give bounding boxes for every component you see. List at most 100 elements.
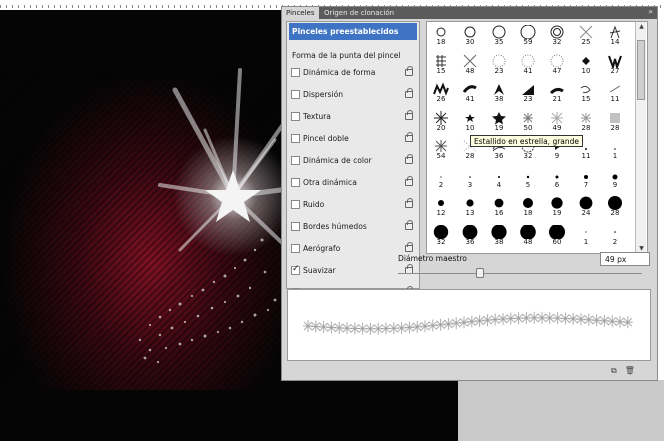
- brush-preset-cell[interactable]: 25: [574, 24, 598, 46]
- lock-icon[interactable]: [405, 154, 413, 164]
- tab-brushes[interactable]: Pinceles: [282, 7, 319, 19]
- panel-footer: ⧉ 🗑: [603, 366, 635, 376]
- brush-option-item[interactable]: Textura: [289, 108, 417, 125]
- preset-scrollbar[interactable]: ▲ ▼: [635, 22, 646, 253]
- brush-preset-cell[interactable]: 59: [516, 24, 540, 46]
- brush-preset-cell[interactable]: 14: [603, 24, 627, 46]
- lock-icon[interactable]: [405, 242, 413, 252]
- brush-preset-cell[interactable]: 10: [458, 110, 482, 132]
- brush-option-item[interactable]: Dinámica de forma: [289, 64, 417, 81]
- lock-icon[interactable]: [405, 198, 413, 208]
- panel-menu-icon[interactable]: »: [648, 7, 653, 16]
- brush-preset-cell[interactable]: 41: [458, 81, 482, 103]
- brush-preset-cell[interactable]: 21: [545, 81, 569, 103]
- brush-preset-cell[interactable]: 16: [487, 195, 511, 217]
- brush-preset-cell[interactable]: 18: [429, 24, 453, 46]
- brush-preset-cell[interactable]: 1: [574, 224, 598, 246]
- brush-preset-cell[interactable]: 32: [429, 224, 453, 246]
- lock-icon[interactable]: [405, 176, 413, 186]
- checkbox[interactable]: [291, 200, 300, 209]
- brush-preset-cell[interactable]: 4: [487, 167, 511, 189]
- brush-option-item[interactable]: Otra dinámica: [289, 174, 417, 191]
- brush-preset-cell[interactable]: 15: [574, 81, 598, 103]
- checkbox[interactable]: [291, 134, 300, 143]
- brush-preset-icon: [434, 110, 448, 125]
- brush-preset-cell[interactable]: 35: [487, 24, 511, 46]
- brush-preset-cell[interactable]: 38: [487, 224, 511, 246]
- scroll-thumb[interactable]: [637, 40, 645, 100]
- checkbox[interactable]: [291, 222, 300, 231]
- brush-option-item[interactable]: Ruido: [289, 196, 417, 213]
- lock-icon[interactable]: [405, 88, 413, 98]
- brush-preset-icon: [520, 25, 536, 39]
- master-diameter-input[interactable]: 49 px: [600, 252, 650, 266]
- brush-option-item[interactable]: Bordes húmedos: [289, 218, 417, 235]
- checkbox[interactable]: [291, 244, 300, 253]
- brush-preset-cell[interactable]: 23: [487, 53, 511, 75]
- brush-preset-icon: [466, 199, 474, 207]
- lock-icon[interactable]: [405, 220, 413, 230]
- checkbox[interactable]: [291, 156, 300, 165]
- brush-option-item[interactable]: Dinámica de color: [289, 152, 417, 169]
- brush-preset-cell[interactable]: 30: [458, 24, 482, 46]
- brush-preset-cell[interactable]: 47: [545, 53, 569, 75]
- brush-preset-cell[interactable]: 50: [516, 110, 540, 132]
- brush-preset-cell[interactable]: 9: [603, 167, 627, 189]
- brush-preset-cell[interactable]: 6: [545, 167, 569, 189]
- brush-preset-cell[interactable]: 38: [487, 81, 511, 103]
- brush-preset-cell[interactable]: 32: [545, 24, 569, 46]
- brush-preset-cell[interactable]: 19: [487, 110, 511, 132]
- brush-option-item[interactable]: Suavizar: [289, 262, 417, 279]
- brush-preset-cell[interactable]: 27: [603, 53, 627, 75]
- brush-preset-cell[interactable]: 28: [603, 195, 627, 217]
- checkbox[interactable]: [291, 68, 300, 77]
- brush-preset-cell[interactable]: 5: [516, 167, 540, 189]
- brush-preset-cell[interactable]: 48: [516, 224, 540, 246]
- brush-preset-cell[interactable]: 28: [574, 110, 598, 132]
- brush-preset-cell[interactable]: 10: [574, 53, 598, 75]
- checkbox[interactable]: [291, 112, 300, 121]
- scroll-down-icon[interactable]: ▼: [637, 245, 646, 252]
- brush-preset-cell[interactable]: 48: [458, 53, 482, 75]
- brush-preset-cell[interactable]: 54: [429, 138, 453, 160]
- master-diameter-slider-knob[interactable]: [475, 268, 484, 278]
- brush-preset-cell[interactable]: 2: [429, 167, 453, 189]
- scroll-up-icon[interactable]: ▲: [637, 23, 646, 30]
- brush-preset-cell[interactable]: 20: [429, 110, 453, 132]
- brush-preset-cell[interactable]: 13: [458, 195, 482, 217]
- brush-preset-cell[interactable]: 3: [458, 167, 482, 189]
- brush-preset-cell[interactable]: 7: [574, 167, 598, 189]
- brush-preset-cell[interactable]: 15: [429, 53, 453, 75]
- brush-preset-cell[interactable]: 12: [429, 195, 453, 217]
- brush-preset-size: 19: [494, 123, 504, 132]
- new-brush-icon[interactable]: ⧉: [611, 366, 617, 375]
- trash-icon[interactable]: 🗑: [625, 366, 635, 375]
- brush-preset-cell[interactable]: 2: [603, 224, 627, 246]
- brush-preset-cell[interactable]: 23: [516, 81, 540, 103]
- brush-preset-cell[interactable]: 26: [429, 81, 453, 103]
- brush-preset-cell[interactable]: 41: [516, 53, 540, 75]
- lock-icon[interactable]: [405, 66, 413, 76]
- master-diameter-slider[interactable]: [398, 273, 642, 274]
- brush-option-item[interactable]: Pincel doble: [289, 130, 417, 147]
- brush-preset-cell[interactable]: 11: [603, 81, 627, 103]
- brush-preset-cell[interactable]: 19: [545, 195, 569, 217]
- checkbox[interactable]: [291, 264, 300, 275]
- checkbox[interactable]: [291, 90, 300, 99]
- brush-tip-shape-item[interactable]: Forma de la punta del pincel: [289, 47, 417, 64]
- brush-preset-size: 54: [436, 152, 446, 160]
- brush-preset-cell[interactable]: 28: [603, 110, 627, 132]
- tab-clone-source[interactable]: Origen de clonación: [320, 7, 398, 19]
- brush-preset-cell[interactable]: 49: [545, 110, 569, 132]
- brush-preset-cell[interactable]: 36: [458, 224, 482, 246]
- brush-preset-cell[interactable]: 1: [603, 138, 627, 160]
- brush-preset-size: 1: [612, 152, 618, 160]
- lock-icon[interactable]: [405, 132, 413, 142]
- brush-preset-cell[interactable]: 18: [516, 195, 540, 217]
- checkbox[interactable]: [291, 178, 300, 187]
- brush-preset-cell[interactable]: 24: [574, 195, 598, 217]
- brush-option-item[interactable]: Dispersión: [289, 86, 417, 103]
- lock-icon[interactable]: [405, 110, 413, 120]
- brush-presets-item[interactable]: Pinceles preestablecidos: [289, 23, 417, 40]
- brush-preset-cell[interactable]: 60: [545, 224, 569, 246]
